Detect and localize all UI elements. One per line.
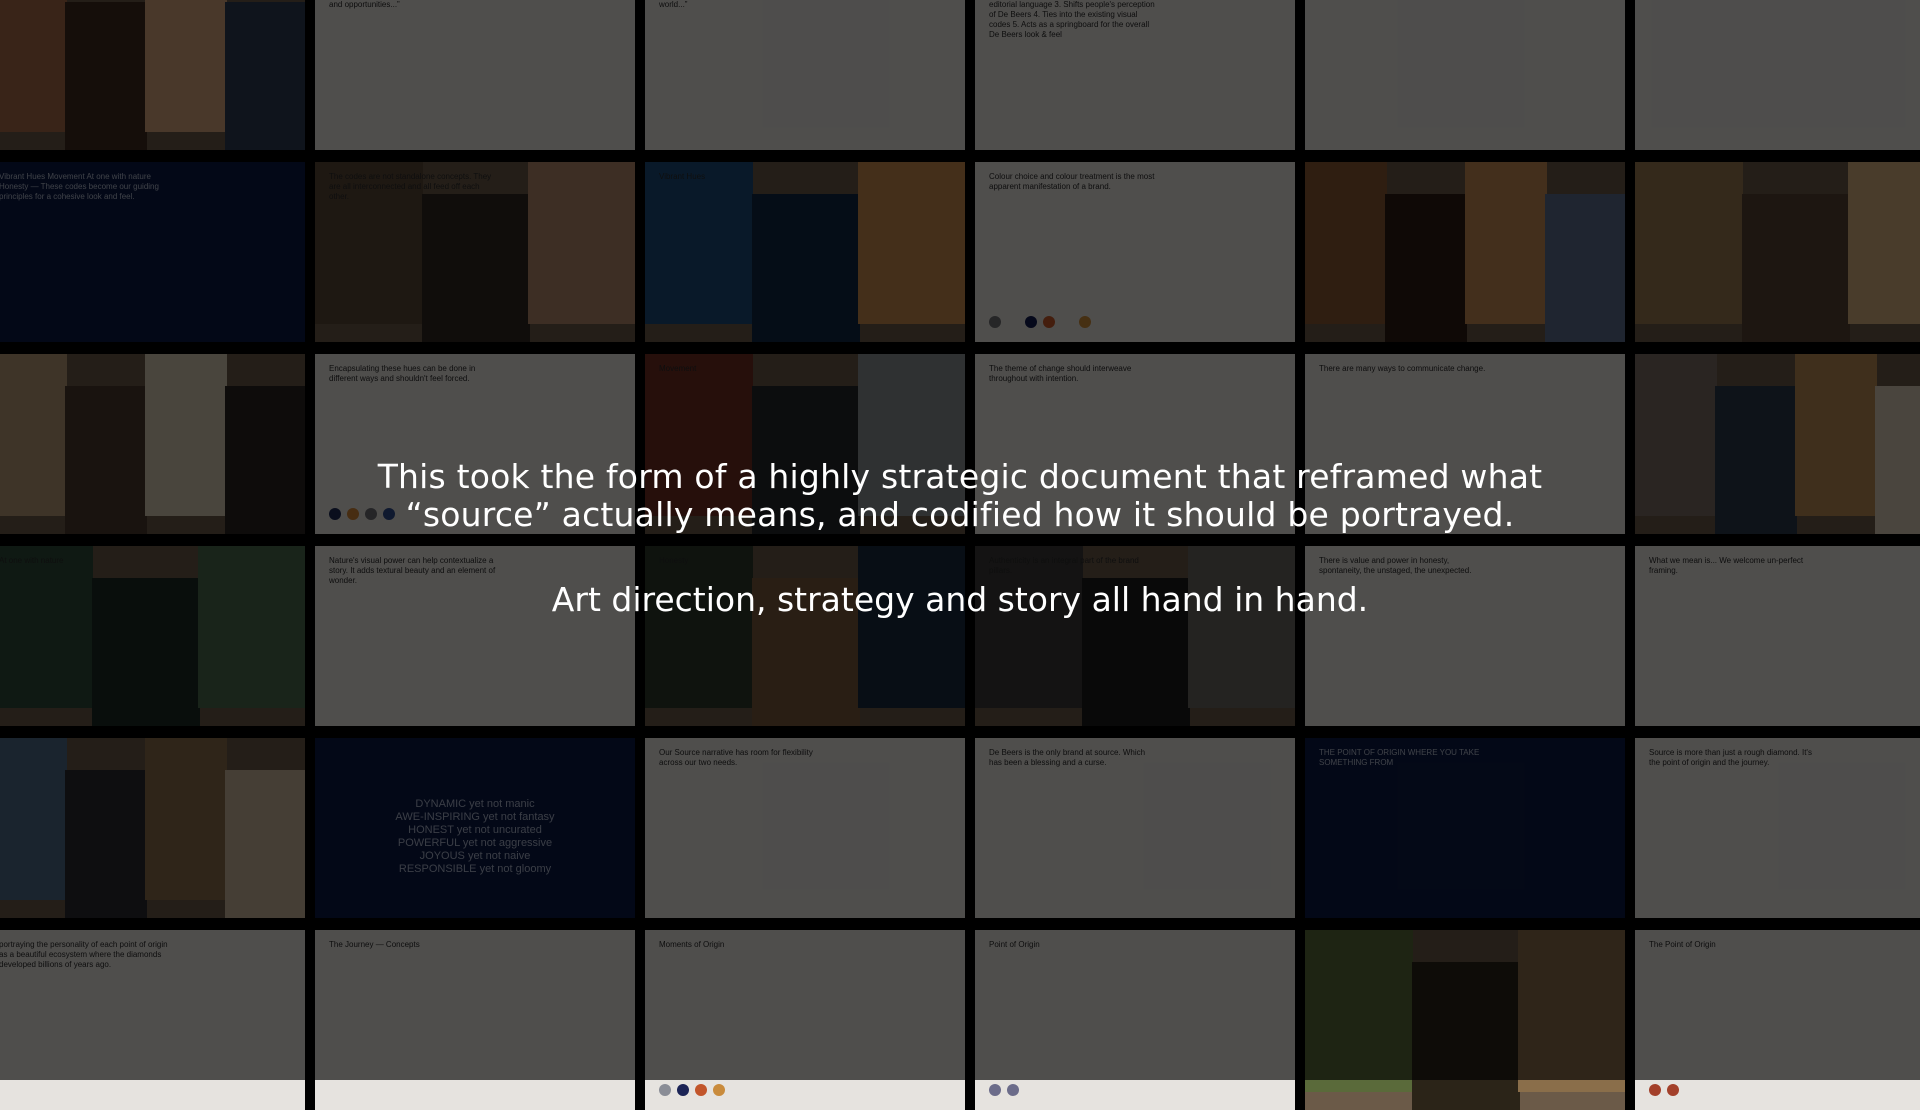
color-swatch <box>677 1084 689 1096</box>
color-swatch <box>713 1084 725 1096</box>
color-swatch <box>1007 1084 1019 1096</box>
dark-overlay <box>0 0 1920 1080</box>
color-swatch <box>695 1084 707 1096</box>
color-swatches <box>989 1084 1019 1096</box>
color-swatch <box>1649 1084 1661 1096</box>
color-swatch <box>659 1084 671 1096</box>
headline-line-2: “source” actually means, and codified ho… <box>405 495 1515 534</box>
color-swatch <box>989 1084 1001 1096</box>
color-swatch <box>1667 1084 1679 1096</box>
headline-line-1: This took the form of a highly strategic… <box>377 457 1543 496</box>
color-swatches <box>659 1084 725 1096</box>
headline: This took the form of a highly strategic… <box>0 458 1920 534</box>
color-swatches <box>1649 1084 1679 1096</box>
subheadline: Art direction, strategy and story all ha… <box>551 580 1369 619</box>
